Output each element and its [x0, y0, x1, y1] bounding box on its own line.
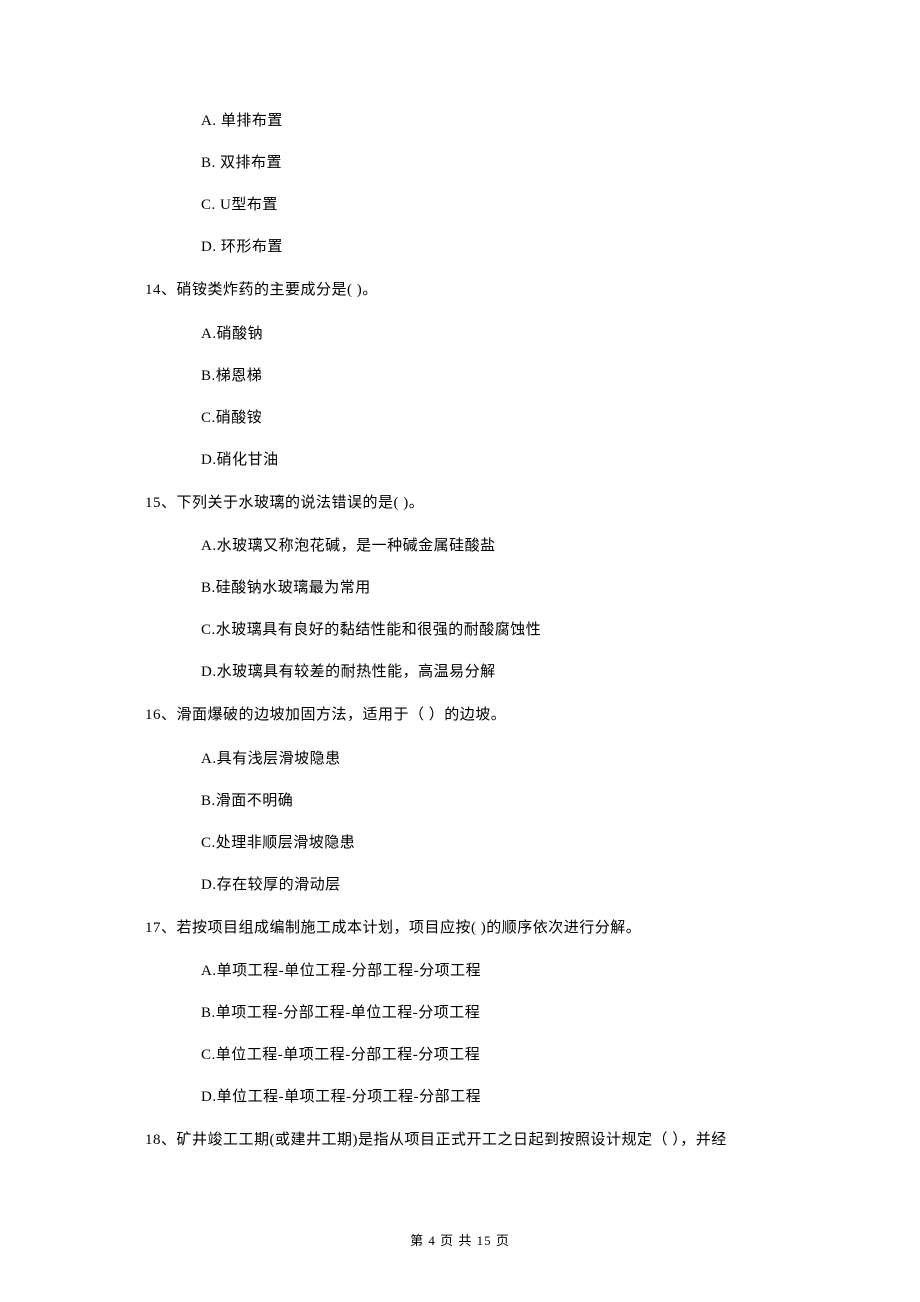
- q16-option-d: D.存在较厚的滑动层: [145, 876, 810, 896]
- q15-option-a: A.水玻璃又称泡花碱，是一种碱金属硅酸盐: [145, 537, 810, 557]
- q17-option-a: A.单项工程-单位工程-分部工程-分项工程: [145, 962, 810, 982]
- q16-option-a: A.具有浅层滑坡隐患: [145, 750, 810, 770]
- q15-option-b: B.硅酸钠水玻璃最为常用: [145, 579, 810, 599]
- q14-option-a: A.硝酸钠: [145, 325, 810, 345]
- question-17-stem: 17、若按项目组成编制施工成本计划，项目应按( )的顺序依次进行分解。: [145, 918, 810, 939]
- q17-option-c: C.单位工程-单项工程-分部工程-分项工程: [145, 1046, 810, 1066]
- q16-option-c: C.处理非顺层滑坡隐患: [145, 834, 810, 854]
- option-d: D. 环形布置: [145, 238, 810, 258]
- q16-option-b: B.滑面不明确: [145, 792, 810, 812]
- option-c: C. U型布置: [145, 196, 810, 216]
- question-18-stem: 18、矿井竣工工期(或建井工期)是指从项目正式开工之日起到按照设计规定（ ），并…: [145, 1130, 810, 1151]
- page-footer: 第 4 页 共 15 页: [0, 1230, 920, 1249]
- page-content: A. 单排布置 B. 双排布置 C. U型布置 D. 环形布置 14、硝铵类炸药…: [0, 0, 920, 1151]
- question-16-stem: 16、滑面爆破的边坡加固方法，适用于（ ）的边坡。: [145, 705, 810, 726]
- option-a: A. 单排布置: [145, 112, 810, 132]
- option-b: B. 双排布置: [145, 154, 810, 174]
- q17-option-b: B.单项工程-分部工程-单位工程-分项工程: [145, 1004, 810, 1024]
- q14-option-d: D.硝化甘油: [145, 451, 810, 471]
- question-15-stem: 15、下列关于水玻璃的说法错误的是( )。: [145, 493, 810, 514]
- q14-option-c: C.硝酸铵: [145, 409, 810, 429]
- q14-option-b: B.梯恩梯: [145, 367, 810, 387]
- q15-option-d: D.水玻璃具有较差的耐热性能，高温易分解: [145, 663, 810, 683]
- q15-option-c: C.水玻璃具有良好的黏结性能和很强的耐酸腐蚀性: [145, 621, 810, 641]
- question-14-stem: 14、硝铵类炸药的主要成分是( )。: [145, 280, 810, 301]
- q17-option-d: D.单位工程-单项工程-分项工程-分部工程: [145, 1088, 810, 1108]
